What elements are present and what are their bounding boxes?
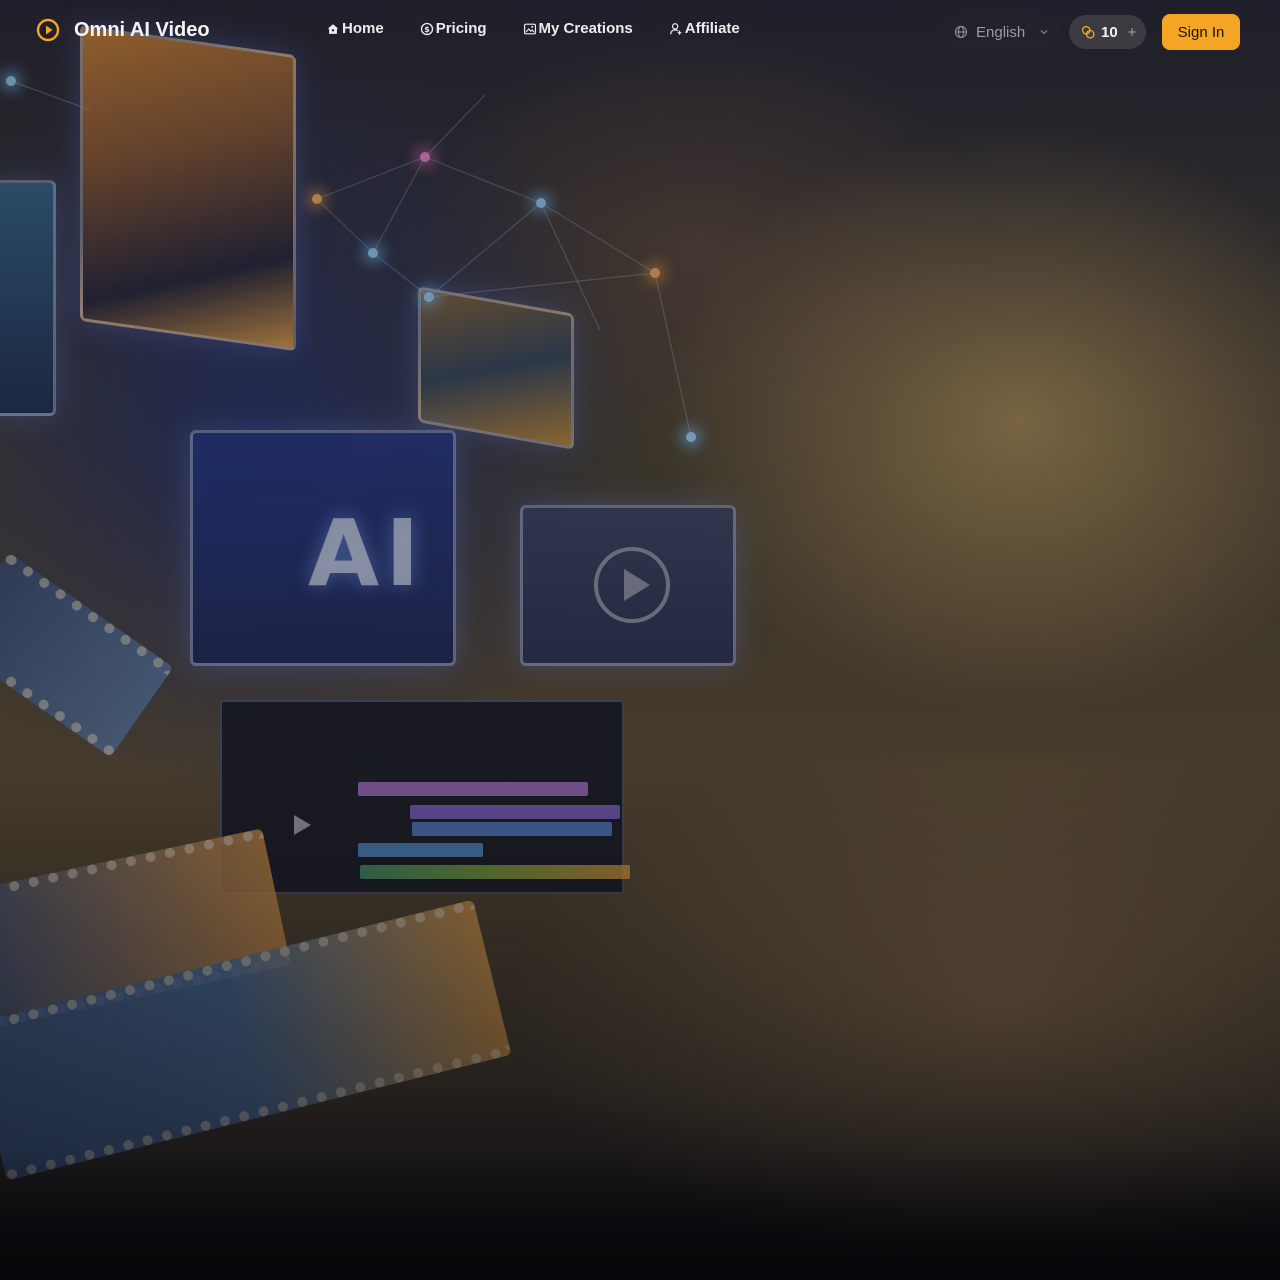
add-credits-icon[interactable]: + bbox=[1128, 24, 1137, 41]
nav-affiliate[interactable]: Affiliate bbox=[669, 20, 740, 37]
chevron-down-icon bbox=[1040, 30, 1048, 35]
top-navbar: Omni AI Video Home $ Pricing My Creation… bbox=[0, 0, 1280, 64]
main-navigation: Home $ Pricing My Creations Affiliate bbox=[326, 20, 740, 37]
svg-text:$: $ bbox=[424, 24, 429, 33]
language-selected-value: English bbox=[976, 23, 1026, 41]
nav-pricing[interactable]: $ Pricing bbox=[420, 20, 487, 37]
nav-my-creations[interactable]: My Creations bbox=[523, 20, 633, 37]
dollar-circle-icon: $ bbox=[420, 22, 433, 35]
credits-count: 10 bbox=[1101, 23, 1118, 41]
nav-pricing-label: Pricing bbox=[435, 20, 487, 37]
brand-logo-link[interactable]: Omni AI Video bbox=[36, 18, 210, 42]
play-circle-icon bbox=[36, 18, 60, 42]
nav-affiliate-label: Affiliate bbox=[684, 20, 740, 37]
sign-in-button[interactable]: Sign In bbox=[1162, 14, 1240, 50]
gallery-icon bbox=[523, 23, 536, 34]
nav-home[interactable]: Home bbox=[326, 20, 384, 37]
user-plus-icon bbox=[669, 22, 682, 35]
nav-my-creations-label: My Creations bbox=[538, 20, 633, 37]
brand-name: Omni AI Video bbox=[74, 18, 210, 41]
credits-badge[interactable]: 10 + bbox=[1069, 15, 1146, 49]
coins-icon bbox=[1081, 25, 1095, 39]
language-select[interactable]: English bbox=[942, 14, 1062, 50]
globe-icon bbox=[954, 25, 968, 39]
home-icon bbox=[327, 23, 339, 34]
background-dim-overlay bbox=[0, 0, 1280, 1280]
nav-home-label: Home bbox=[342, 20, 384, 37]
